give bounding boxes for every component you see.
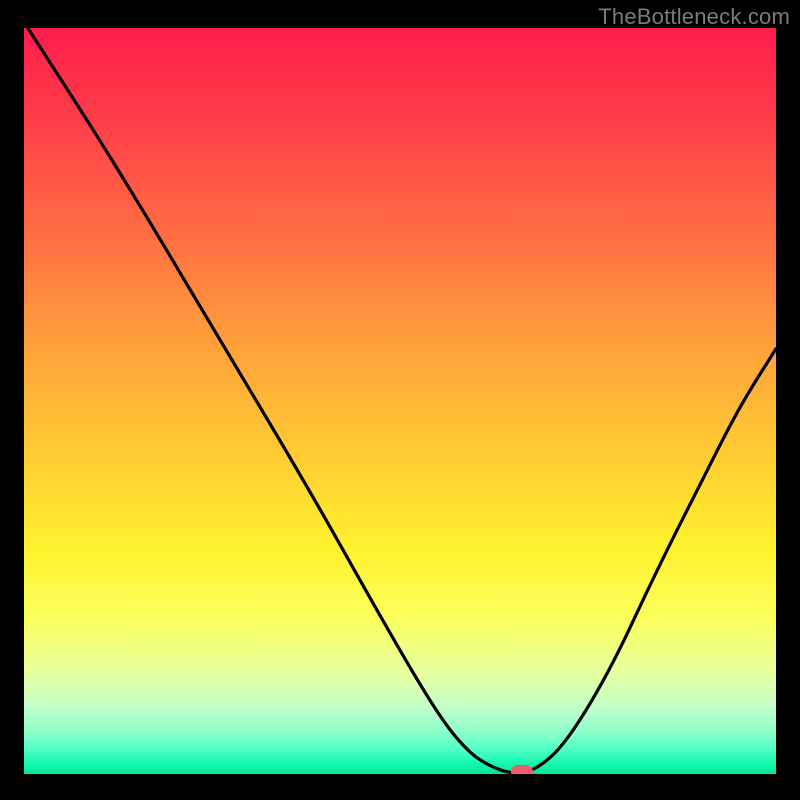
curve-svg	[24, 28, 776, 774]
plot-area	[24, 28, 776, 774]
chart-frame: TheBottleneck.com	[0, 0, 800, 800]
curve-path	[28, 28, 776, 773]
min-marker	[511, 765, 533, 774]
watermark-text: TheBottleneck.com	[598, 4, 790, 30]
